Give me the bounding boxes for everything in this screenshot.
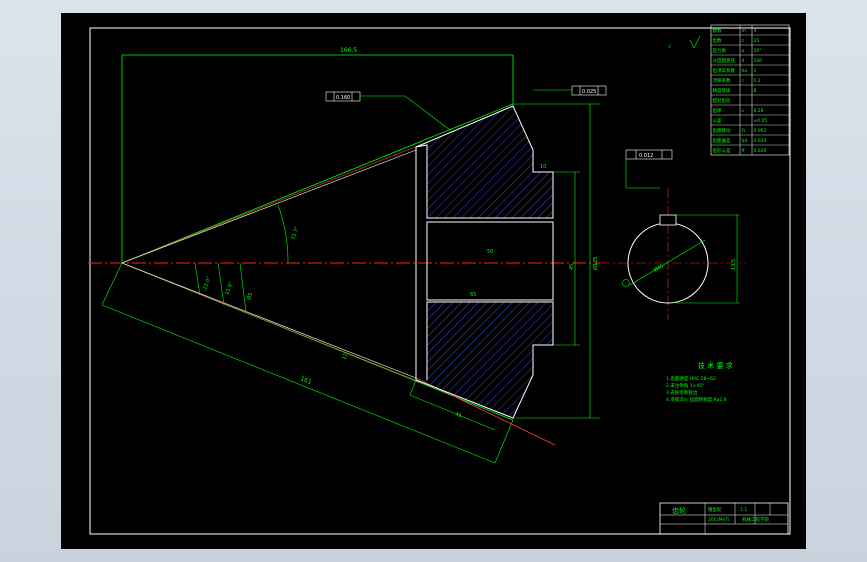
param-table-cell: 齿厚 [713,108,722,114]
svg-text:Ø5: Ø5 [245,292,254,301]
param-table-cell: 8 [754,88,757,94]
param-table-cell: 25 [754,38,760,44]
svg-text:65: 65 [470,292,476,298]
bevel-gear-drawing: 166.5 0.160 0.025 Ø125 45 10 50 65 31.7°… [88,24,791,535]
tech-req-line-2: 2.未注倒角 1×45° [666,382,704,389]
tech-req-line-3: 3.去除毛刺锐边 [666,389,698,396]
svg-text:√: √ [668,44,672,50]
param-table-cell: 0.020 [754,138,767,144]
gear-hatch-top [416,106,553,218]
tech-req-line-1: 1.齿面硬度 HRC 58~62 [666,375,716,382]
angle-annotations: 31.7° 22.0° 21.6° Ø5 [194,204,301,313]
param-table-cell: ff [742,148,746,154]
title-block-subtitle: 锥齿轮 [708,506,722,513]
param-table-cell: 齿圈跳动 [713,127,731,134]
param-table-cell: 模数 [713,27,722,34]
svg-text:10: 10 [540,164,546,170]
svg-text:21.6°: 21.6° [224,280,234,295]
param-table-cell: 公差 [713,117,722,124]
tech-req-line-4: 4.渗碳淬火 齿面粗糙度 Ra1.6 [666,396,727,403]
title-block-title: 齿轮 [672,506,686,515]
drawing-border [89,27,791,535]
overall-length-label: 166.5 [340,47,357,54]
svg-text:13.5: 13.5 [731,259,737,270]
param-table-cell: 齿顶高系数 [713,67,736,74]
svg-text:Ø125: Ø125 [592,257,599,270]
param-table-cell: α [742,49,745,54]
param-table-cell: m [742,29,746,34]
param-table-cell: 齿距偏差 [713,137,731,144]
svg-text:31.7°: 31.7° [290,225,300,240]
param-table-cell: s [742,109,745,114]
param-table-cell: 0.063 [754,128,767,134]
title-block-school: 机械工程学院 [742,516,769,523]
param-table-cell: 6.28 [754,108,764,114]
keyway [659,214,677,226]
svg-text:45: 45 [569,264,575,270]
param-table-cell: 齿数 [713,37,722,44]
param-table-cell: 0.2 [754,78,761,84]
param-table-cell: 配对齿轮 [713,97,731,104]
technical-requirements: 技 术 要 求 1.齿面硬度 HRC 58~62 2.未注倒角 1×45° 3.… [666,361,733,403]
svg-text:45: 45 [454,411,462,419]
param-table-cell: 精度等级 [713,87,731,94]
svg-text:Ø45: Ø45 [653,263,665,274]
svg-text:50: 50 [487,249,493,255]
param-table-cell: 0.020 [754,148,767,154]
side-view: Ø45 13.5 0.012 [600,149,745,320]
tech-req-title: 技 术 要 求 [698,361,733,370]
svg-text:0.025: 0.025 [582,89,596,95]
svg-text:22.0°: 22.0° [202,275,212,290]
param-table-cell: c [742,79,745,84]
param-table-cell: ha [742,68,748,74]
svg-text:161: 161 [299,375,312,386]
param-table-cell: 压力角 [713,47,727,54]
param-table-cell: 顶隙系数 [713,77,731,84]
parameter-table: 模数 m 4 齿数 z 25 压力角 α 20° 分度圆直径 d 100 齿顶高系数 ha 1 顶隙系数 c 0.… [710,24,790,156]
tolerance-frame-runout: 0.025 [533,85,607,96]
gear-section [415,105,554,419]
param-table-cell: d [742,58,745,64]
svg-text:0.160: 0.160 [336,95,350,101]
title-block-scale: 1:1 [740,507,747,513]
tolerance-frame-cone: 0.160 [325,91,451,131]
gear-hatch-bottom [416,302,553,418]
title-block-material: 20CrMnTi [708,517,729,523]
param-table-cell: 1 [754,68,757,74]
param-table-cell: Fr [742,128,746,134]
roughness-symbol: √ [668,35,701,50]
param-table-cell: fpt [742,138,748,144]
svg-text:0.012: 0.012 [639,153,653,159]
param-table-cell: 齿形公差 [713,147,731,154]
param-table-cell: 4 [754,28,757,34]
param-table-cell: 20° [754,48,762,54]
param-table-cell: z [742,39,745,44]
param-table-cell: ±0.05 [754,118,768,124]
param-table-cell: 分度圆直径 [713,57,736,64]
param-table-cell: 100 [754,58,763,64]
bore [426,221,554,301]
title-block: 齿轮 锥齿轮 1:1 20CrMnTi 机械工程学院 [659,502,789,535]
